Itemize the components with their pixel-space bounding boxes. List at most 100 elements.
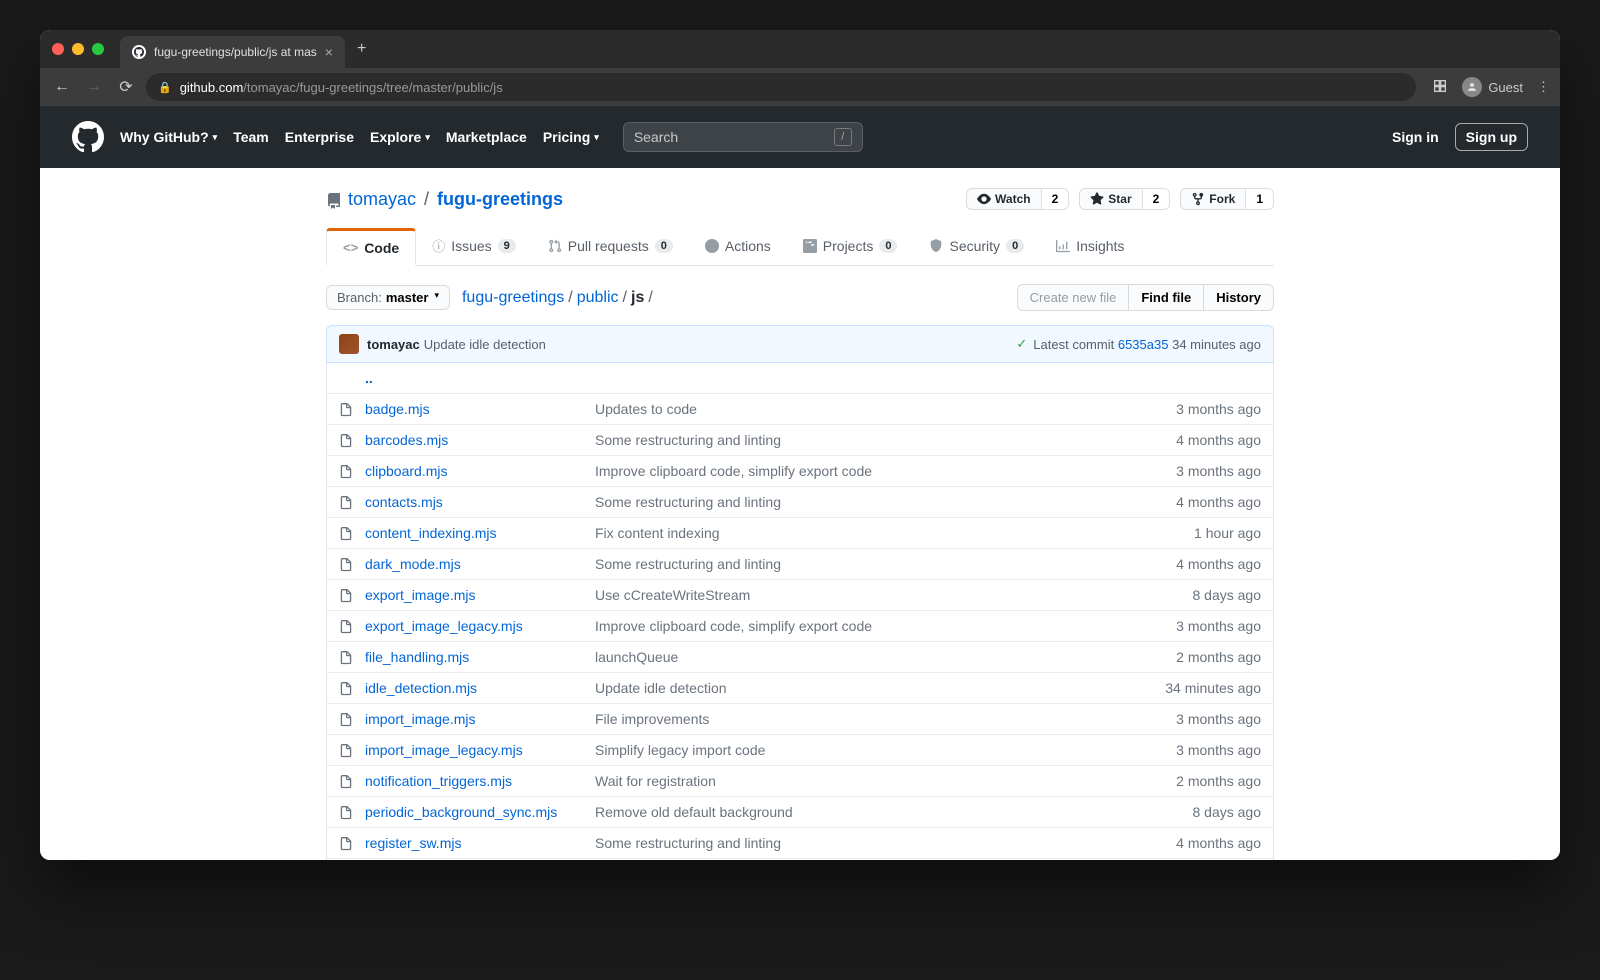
- file-name-link[interactable]: export_image_legacy.mjs: [365, 618, 523, 634]
- crumb-public[interactable]: public: [577, 289, 619, 306]
- file-age: 8 days ago: [1193, 804, 1262, 820]
- file-name-link[interactable]: contacts.mjs: [365, 494, 443, 510]
- file-row: badge.mjs Updates to code3 months ago: [327, 393, 1273, 424]
- file-name-link[interactable]: clipboard.mjs: [365, 463, 447, 479]
- find-file-button[interactable]: Find file: [1129, 284, 1204, 311]
- browser-tab[interactable]: fugu-greetings/public/js at mas ×: [120, 36, 345, 68]
- file-name-link[interactable]: file_handling.mjs: [365, 649, 469, 665]
- commit-message-link[interactable]: Updates to code: [595, 401, 1176, 417]
- file-name-link[interactable]: barcodes.mjs: [365, 432, 448, 448]
- search-placeholder: Search: [634, 129, 678, 145]
- tab-issues[interactable]: ⓘ Issues 9: [416, 228, 532, 265]
- tab-insights[interactable]: Insights: [1040, 228, 1140, 265]
- crumb-root[interactable]: fugu-greetings: [462, 289, 564, 306]
- sign-in-link[interactable]: Sign in: [1392, 129, 1439, 145]
- file-name-link[interactable]: import_image_legacy.mjs: [365, 742, 523, 758]
- tab-security[interactable]: Security 0: [913, 228, 1040, 265]
- watch-count[interactable]: 2: [1041, 188, 1070, 210]
- file-name-link[interactable]: periodic_background_sync.mjs: [365, 804, 557, 820]
- window-close-button[interactable]: [52, 43, 64, 55]
- commit-message-link[interactable]: Some restructuring and linting: [595, 556, 1176, 572]
- parent-directory-link[interactable]: ..: [365, 370, 373, 386]
- tab-actions[interactable]: Actions: [689, 228, 787, 265]
- extensions-icon[interactable]: [1432, 78, 1448, 97]
- file-age: 2 months ago: [1176, 649, 1261, 665]
- star-button-group: Star 2: [1079, 188, 1170, 210]
- nav-explore[interactable]: Explore▾: [370, 129, 430, 145]
- lock-icon: 🔒: [158, 81, 172, 94]
- commit-message-link[interactable]: Update idle detection: [595, 680, 1165, 696]
- commit-message-link[interactable]: Fix content indexing: [595, 525, 1194, 541]
- back-button[interactable]: ←: [50, 78, 74, 96]
- issue-icon: ⓘ: [432, 236, 445, 255]
- file-age: 4 months ago: [1176, 432, 1261, 448]
- file-icon: [339, 525, 355, 541]
- file-age: 3 months ago: [1176, 463, 1261, 479]
- fork-button[interactable]: Fork: [1180, 188, 1245, 210]
- nav-pricing[interactable]: Pricing▾: [543, 129, 599, 145]
- file-name-link[interactable]: notification_triggers.mjs: [365, 773, 512, 789]
- github-logo-icon[interactable]: [72, 121, 104, 153]
- commit-message-link[interactable]: Some restructuring and linting: [595, 835, 1176, 851]
- window-maximize-button[interactable]: [92, 43, 104, 55]
- create-file-button[interactable]: Create new file: [1017, 284, 1130, 311]
- file-name-link[interactable]: dark_mode.mjs: [365, 556, 461, 572]
- chevron-down-icon: ▾: [594, 132, 599, 143]
- forward-button[interactable]: →: [82, 78, 106, 96]
- profile-button[interactable]: Guest: [1462, 77, 1523, 97]
- repo-nav: <> Code ⓘ Issues 9 Pull requests 0 Actio…: [326, 228, 1274, 266]
- browser-menu-icon[interactable]: ⋮: [1537, 79, 1550, 95]
- file-row: periodic_background_sync.mjs Remove old d…: [327, 796, 1273, 827]
- commit-message-link[interactable]: Remove old default background: [595, 804, 1193, 820]
- file-name-link[interactable]: export_image.mjs: [365, 587, 476, 603]
- projects-count: 0: [879, 239, 897, 253]
- commit-message-link[interactable]: Improve clipboard code, simplify export …: [595, 618, 1176, 634]
- author-avatar[interactable]: [339, 334, 359, 354]
- file-name-link[interactable]: idle_detection.mjs: [365, 680, 477, 696]
- sign-up-button[interactable]: Sign up: [1455, 123, 1528, 151]
- nav-enterprise[interactable]: Enterprise: [285, 129, 354, 145]
- branch-select-button[interactable]: Branch: master ▾: [326, 285, 450, 310]
- github-search-input[interactable]: Search /: [623, 122, 863, 152]
- tab-pull-requests[interactable]: Pull requests 0: [532, 228, 689, 265]
- latest-commit-bar: tomayac Update idle detection ✓ Latest c…: [326, 325, 1274, 363]
- address-bar[interactable]: 🔒 github.com/tomayac/fugu-greetings/tree…: [146, 73, 1416, 101]
- graph-icon: [1056, 239, 1070, 253]
- commit-author[interactable]: tomayac: [367, 337, 420, 352]
- reload-button[interactable]: ⟳: [114, 77, 138, 97]
- file-age: 3 months ago: [1176, 401, 1261, 417]
- commit-message-link[interactable]: File improvements: [595, 711, 1176, 727]
- file-row: dark_mode.mjs Some restructuring and lint…: [327, 548, 1273, 579]
- fork-count[interactable]: 1: [1245, 188, 1274, 210]
- commit-message-link[interactable]: Use cCreateWriteStream: [595, 587, 1193, 603]
- repo-name-link[interactable]: fugu-greetings: [437, 189, 563, 210]
- commit-message-link[interactable]: Some restructuring and linting: [595, 494, 1176, 510]
- tab-close-icon[interactable]: ×: [325, 44, 333, 60]
- star-button[interactable]: Star: [1079, 188, 1141, 210]
- parent-directory-row[interactable]: ..: [327, 363, 1273, 393]
- commit-message-link[interactable]: Some restructuring and linting: [595, 432, 1176, 448]
- commit-message-link[interactable]: Improve clipboard code, simplify export …: [595, 463, 1176, 479]
- watch-button[interactable]: Watch: [966, 188, 1041, 210]
- nav-why-github[interactable]: Why GitHub?▾: [120, 129, 217, 145]
- file-name-link[interactable]: register_sw.mjs: [365, 835, 461, 851]
- file-name-link[interactable]: badge.mjs: [365, 401, 430, 417]
- star-count[interactable]: 2: [1142, 188, 1171, 210]
- window-minimize-button[interactable]: [72, 43, 84, 55]
- nav-team[interactable]: Team: [233, 129, 269, 145]
- commit-message-link[interactable]: Wait for registration: [595, 773, 1176, 789]
- commit-message[interactable]: Update idle detection: [424, 337, 546, 352]
- commit-message-link[interactable]: Simplify legacy import code: [595, 742, 1176, 758]
- new-tab-button[interactable]: +: [357, 40, 366, 58]
- commit-message-link[interactable]: launchQueue: [595, 649, 1176, 665]
- file-icon: [339, 804, 355, 820]
- file-icon: [339, 618, 355, 634]
- tab-code[interactable]: <> Code: [326, 228, 416, 266]
- repo-owner-link[interactable]: tomayac: [348, 189, 416, 210]
- commit-sha[interactable]: 6535a35: [1118, 337, 1169, 352]
- file-name-link[interactable]: content_indexing.mjs: [365, 525, 497, 541]
- nav-marketplace[interactable]: Marketplace: [446, 129, 527, 145]
- history-button[interactable]: History: [1204, 284, 1274, 311]
- file-name-link[interactable]: import_image.mjs: [365, 711, 475, 727]
- tab-projects[interactable]: Projects 0: [787, 228, 914, 265]
